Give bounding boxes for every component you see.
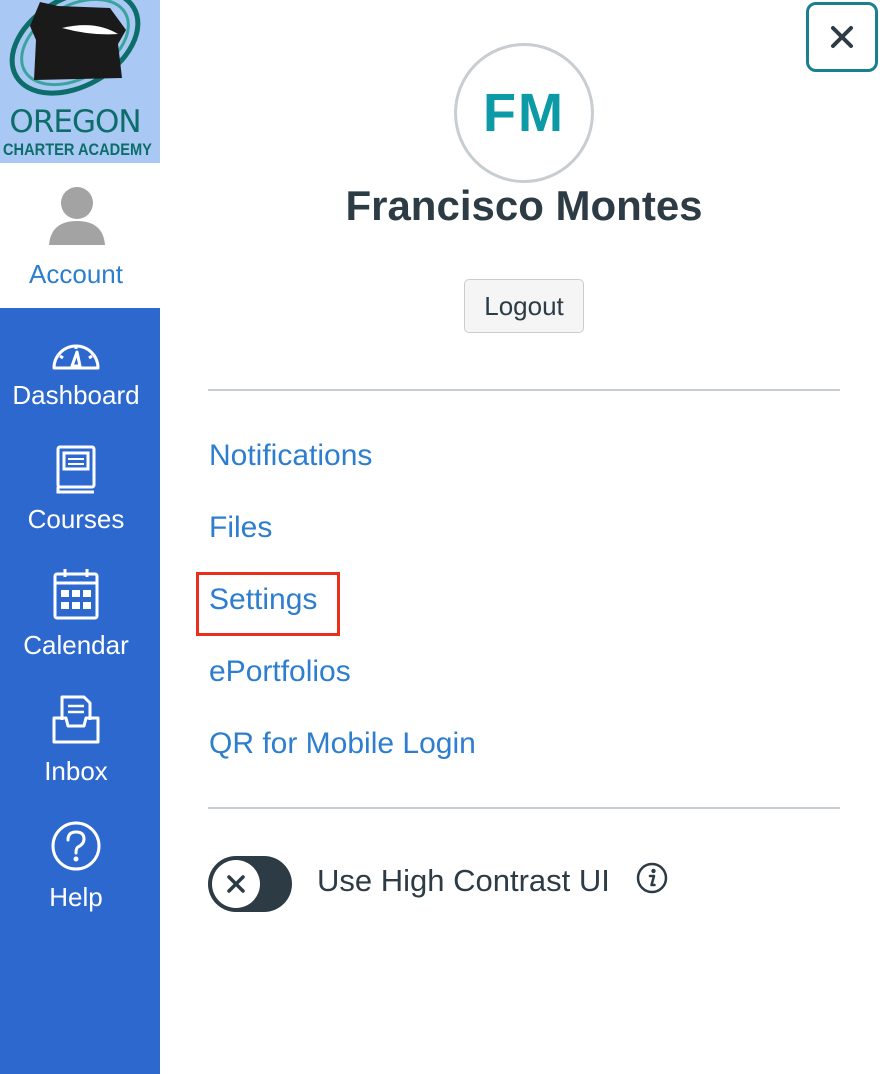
nav-label-help: Help — [49, 882, 103, 912]
link-eportfolios[interactable]: ePortfolios — [209, 654, 351, 690]
nav-item-courses[interactable]: Courses — [0, 444, 152, 568]
nav-label-calendar: Calendar — [23, 630, 129, 660]
dashboard-icon — [52, 344, 100, 370]
high-contrast-label: Use High Contrast UI — [317, 863, 610, 898]
nav-item-inbox[interactable]: Inbox — [0, 694, 152, 818]
toggle-knob — [212, 860, 260, 908]
inbox-icon — [52, 695, 100, 744]
link-files[interactable]: Files — [209, 510, 272, 546]
nav-label-account: Account — [29, 259, 123, 289]
nav-item-calendar[interactable]: Calendar — [0, 568, 152, 692]
settings-highlight-box — [196, 572, 340, 636]
nav-item-help[interactable]: Help — [0, 820, 152, 944]
divider-top — [208, 389, 840, 391]
high-contrast-toggle[interactable] — [208, 856, 292, 912]
close-icon — [831, 26, 853, 48]
info-icon[interactable] — [636, 862, 668, 894]
link-qr-mobile-login[interactable]: QR for Mobile Login — [209, 726, 476, 762]
logo-text-charter-academy: CHARTER ACADEMY — [3, 140, 152, 159]
avatar-initials: FM — [483, 83, 565, 143]
global-nav: OREGON CHARTER ACADEMY Account Dashboard… — [0, 0, 160, 1074]
nav-item-dashboard[interactable]: Dashboard — [0, 332, 152, 456]
nav-item-account[interactable]: Account — [0, 163, 160, 308]
help-icon — [51, 821, 101, 871]
nav-label-courses: Courses — [27, 504, 125, 534]
calendar-icon — [53, 569, 99, 620]
nav-label-inbox: Inbox — [44, 756, 108, 786]
user-name: Francisco Montes — [345, 182, 703, 229]
school-logo[interactable]: OREGON CHARTER ACADEMY — [0, 0, 160, 163]
logo-text-oregon: OREGON — [9, 104, 141, 140]
user-avatar-icon — [49, 187, 105, 245]
nav-label-dashboard: Dashboard — [12, 380, 140, 410]
courses-icon — [56, 445, 96, 494]
x-mark-icon — [227, 875, 245, 893]
link-notifications[interactable]: Notifications — [209, 438, 372, 474]
divider-bottom — [208, 807, 840, 809]
user-avatar: FM — [454, 43, 594, 183]
close-tray-button[interactable] — [806, 2, 878, 72]
logout-button[interactable]: Logout — [464, 279, 584, 333]
oregon-map-logo-icon — [9, 0, 141, 96]
